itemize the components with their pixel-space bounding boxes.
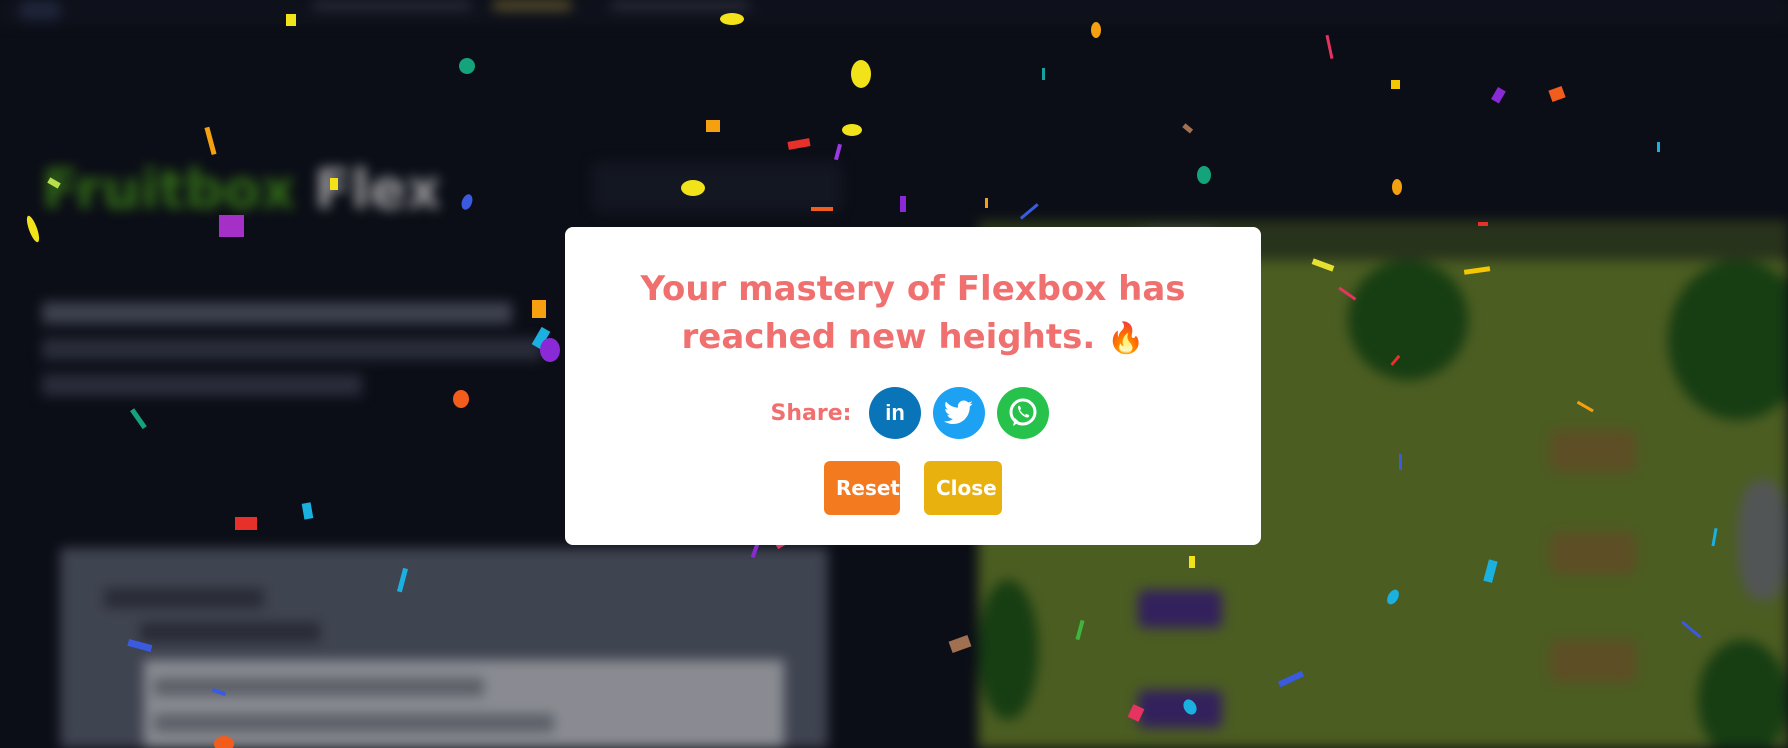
confetti-piece [47, 177, 61, 189]
confetti-piece [1338, 286, 1357, 301]
share-row: Share: in [565, 387, 1261, 439]
confetti-piece [211, 687, 227, 697]
confetti-piece [461, 194, 473, 210]
confetti-piece [1390, 354, 1401, 366]
confetti-piece [204, 126, 217, 156]
confetti-piece [540, 338, 560, 362]
confetti-piece [851, 60, 871, 88]
confetti-piece [453, 390, 469, 408]
confetti-piece [1478, 222, 1488, 226]
twitter-icon [944, 400, 974, 424]
confetti-piece [235, 517, 257, 530]
confetti-piece [1189, 556, 1195, 568]
success-message-text: Your mastery of Flexbox has reached new … [640, 269, 1186, 357]
confetti-piece [1197, 166, 1211, 184]
confetti-piece [1681, 620, 1702, 639]
confetti-piece [787, 138, 811, 150]
confetti-piece [1183, 699, 1197, 715]
confetti-piece [1657, 142, 1660, 152]
confetti-piece [1391, 80, 1400, 89]
confetti-piece [720, 13, 744, 25]
share-label: Share: [770, 400, 852, 426]
fire-emoji: 🔥 [1107, 321, 1145, 356]
confetti-piece [833, 143, 843, 161]
confetti-piece [1463, 266, 1491, 275]
confetti-piece [26, 215, 40, 243]
confetti-piece [948, 634, 972, 654]
confetti-piece [127, 638, 153, 652]
linkedin-icon: in [886, 400, 906, 425]
confetti-piece [130, 408, 147, 430]
success-message: Your mastery of Flexbox has reached new … [565, 265, 1261, 363]
confetti-piece [1182, 123, 1194, 134]
close-button[interactable]: Close [924, 461, 1002, 515]
confetti-piece [1127, 704, 1145, 722]
confetti-piece [1277, 670, 1305, 688]
confetti-piece [1325, 34, 1334, 59]
confetti-piece [1387, 589, 1399, 605]
confetti-piece [1399, 454, 1402, 470]
confetti-piece [286, 14, 296, 26]
confetti-piece [1711, 527, 1718, 547]
confetti-piece [219, 215, 244, 237]
share-whatsapp-button[interactable] [997, 387, 1050, 439]
confetti-piece [301, 502, 314, 520]
success-modal: Your mastery of Flexbox has reached new … [565, 227, 1261, 545]
share-linkedin-button[interactable]: in [869, 387, 922, 439]
confetti-piece [1548, 85, 1566, 103]
confetti-piece [985, 198, 988, 208]
confetti-piece [214, 736, 234, 748]
confetti-piece [1311, 258, 1335, 272]
confetti-piece [330, 178, 338, 190]
reset-button[interactable]: Reset [824, 461, 900, 515]
modal-actions: Reset Close [565, 461, 1261, 515]
confetti-piece [1483, 559, 1498, 583]
confetti-piece [532, 300, 546, 318]
confetti-piece [459, 58, 475, 74]
svg-text:in: in [886, 400, 906, 425]
confetti-piece [681, 180, 705, 196]
confetti-piece [1019, 203, 1039, 220]
share-twitter-button[interactable] [933, 387, 986, 439]
confetti-piece [1392, 179, 1402, 195]
confetti-piece [842, 124, 862, 136]
confetti-piece [706, 120, 720, 132]
whatsapp-icon [1009, 398, 1037, 426]
confetti-piece [900, 196, 906, 212]
confetti-piece [1091, 22, 1101, 38]
confetti-piece [1491, 86, 1506, 104]
confetti-piece [396, 567, 409, 593]
confetti-piece [811, 207, 833, 211]
confetti-piece [1576, 400, 1594, 413]
confetti-piece [1075, 619, 1085, 641]
confetti-piece [1042, 68, 1045, 80]
